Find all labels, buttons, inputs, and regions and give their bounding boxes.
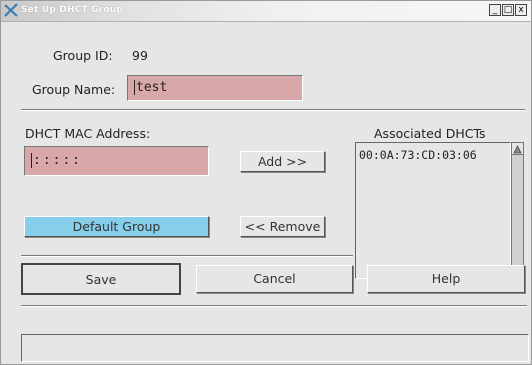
minimize-icon[interactable]: _ [489, 4, 501, 16]
group-id-value: 99 [132, 48, 148, 63]
close-icon[interactable]: x [515, 4, 527, 16]
mac-address-field[interactable]: ::::: [24, 146, 209, 176]
divider [21, 255, 353, 257]
maximize-icon[interactable]: □ [502, 4, 514, 16]
cancel-button[interactable]: Cancel [196, 265, 353, 293]
group-name-value: test [136, 80, 168, 95]
dialog-window: Set Up DHCT Group _ □ x Group ID: 99 Gro… [0, 0, 532, 365]
group-name-label: Group Name: [32, 82, 116, 97]
scroll-up-icon[interactable] [512, 143, 523, 155]
scrollbar[interactable] [511, 142, 524, 279]
mac-address-value: ::::: [33, 153, 83, 168]
text-caret [31, 153, 32, 168]
save-button[interactable]: Save [21, 263, 181, 295]
divider [21, 305, 527, 307]
associated-dhcts-label: Associated DHCTs [374, 126, 486, 141]
remove-button[interactable]: << Remove [240, 216, 325, 237]
divider [21, 109, 525, 111]
list-item[interactable]: 00:0A:73:CD:03:06 [359, 148, 477, 162]
mac-address-label: DHCT MAC Address: [25, 126, 151, 141]
help-button[interactable]: Help [367, 265, 525, 293]
add-button[interactable]: Add >> [240, 151, 325, 172]
group-id-label: Group ID: [53, 48, 113, 63]
title-bar[interactable]: Set Up DHCT Group _ □ x [1, 1, 531, 22]
associated-dhcts-list[interactable]: 00:0A:73:CD:03:06 [355, 142, 511, 279]
status-bar [21, 334, 529, 362]
group-name-field[interactable]: test [127, 75, 303, 101]
window-title: Set Up DHCT Group [21, 5, 124, 15]
default-group-button[interactable]: Default Group [24, 216, 209, 237]
app-icon [4, 3, 18, 17]
text-caret [134, 80, 135, 95]
